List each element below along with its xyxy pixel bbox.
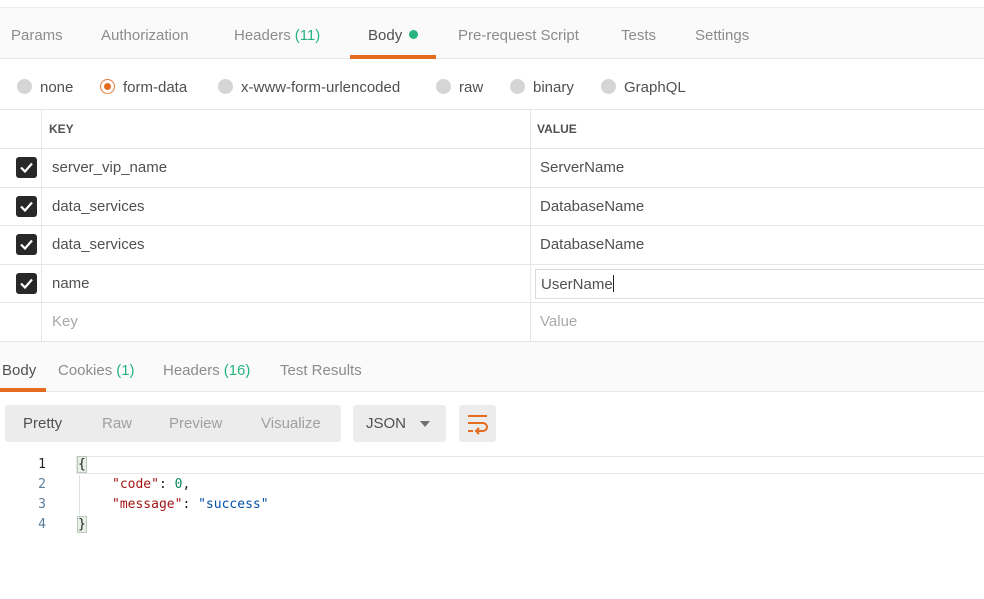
code-line: "code": 0, xyxy=(112,477,191,492)
view-pretty-button[interactable]: Pretty xyxy=(23,405,62,442)
radio-binary[interactable]: binary xyxy=(510,78,574,98)
table-row: data_services DatabaseName xyxy=(0,226,984,265)
view-raw-button[interactable]: Raw xyxy=(102,405,132,442)
response-headers-count: (16) xyxy=(223,362,251,379)
tab-body[interactable]: Body xyxy=(349,8,437,59)
json-key: "code" xyxy=(112,477,159,492)
radio-form-data[interactable]: form-data xyxy=(100,78,187,98)
response-tab-cookies[interactable]: Cookies (1) xyxy=(58,342,135,392)
cookies-count: (1) xyxy=(116,362,135,379)
row-enabled-checkbox[interactable] xyxy=(16,272,37,294)
line-number: 1 xyxy=(38,457,46,472)
new-key-input[interactable]: Key xyxy=(52,313,78,330)
row-enabled-checkbox[interactable] xyxy=(16,234,37,255)
radio-raw[interactable]: raw xyxy=(436,78,483,98)
text-caret xyxy=(612,274,614,292)
body-type-selector: none form-data x-www-form-urlencoded raw… xyxy=(0,60,984,110)
code-line: } xyxy=(77,515,87,535)
radio-circle-icon xyxy=(601,79,616,94)
radio-x-www-form-urlencoded[interactable]: x-www-form-urlencoded xyxy=(218,78,400,98)
form-data-table: KEY VALUE server_vip_name ServerName dat… xyxy=(0,110,984,342)
radio-circle-icon xyxy=(218,79,233,94)
line-number: 3 xyxy=(38,497,46,512)
radio-circle-icon xyxy=(510,79,525,94)
tab-settings[interactable]: Settings xyxy=(695,8,749,59)
format-select[interactable]: JSON xyxy=(353,405,446,442)
code-line: "message": "success" xyxy=(112,497,269,512)
view-mode-group: Pretty Raw Preview Visualize xyxy=(5,405,341,442)
key-cell[interactable]: server_vip_name xyxy=(52,159,167,176)
checkmark-icon xyxy=(20,201,33,212)
table-row: server_vip_name ServerName xyxy=(0,149,984,188)
value-cell[interactable]: ServerName xyxy=(540,159,624,176)
table-row: data_services DatabaseName xyxy=(0,188,984,226)
wrap-lines-button[interactable] xyxy=(459,405,496,442)
tab-params[interactable]: Params xyxy=(11,8,63,59)
view-visualize-button[interactable]: Visualize xyxy=(261,405,321,442)
line-number: 4 xyxy=(38,517,46,532)
key-column-header: KEY xyxy=(49,122,74,136)
tab-pre-request-script[interactable]: Pre-request Script xyxy=(458,8,579,59)
wrap-lines-icon xyxy=(468,415,488,435)
checkmark-icon xyxy=(20,278,33,289)
request-tabs-bar: Params Authorization Headers (11) Body Pr… xyxy=(0,8,984,59)
new-value-input[interactable]: Value xyxy=(540,313,577,330)
tab-authorization[interactable]: Authorization xyxy=(101,8,189,59)
row-enabled-checkbox[interactable] xyxy=(16,195,37,217)
value-cell[interactable]: DatabaseName xyxy=(540,236,644,253)
response-tab-test-results[interactable]: Test Results xyxy=(280,342,362,392)
radio-none[interactable]: none xyxy=(17,78,73,98)
value-input-editing[interactable]: UserName xyxy=(535,268,984,299)
line-number: 2 xyxy=(38,477,46,492)
window-top-strip xyxy=(0,0,984,8)
response-body-editor[interactable]: 1 2 3 4 { "code": 0, "message": "success… xyxy=(0,455,984,545)
key-cell[interactable]: data_services xyxy=(52,198,145,215)
radio-selected-icon xyxy=(100,79,115,94)
open-brace: { xyxy=(77,456,87,473)
row-enabled-checkbox[interactable] xyxy=(16,157,37,178)
value-column-header: VALUE xyxy=(537,122,577,136)
checkmark-icon xyxy=(20,162,33,174)
checkmark-icon xyxy=(20,239,33,251)
view-preview-button[interactable]: Preview xyxy=(169,405,222,442)
body-modified-dot-icon xyxy=(409,30,419,39)
response-tab-headers[interactable]: Headers (16) xyxy=(163,342,250,392)
tab-tests[interactable]: Tests xyxy=(621,8,656,59)
table-row: name UserName xyxy=(0,265,984,303)
key-cell[interactable]: name xyxy=(52,275,90,292)
value-cell[interactable]: DatabaseName xyxy=(540,198,644,215)
table-header: KEY VALUE xyxy=(0,110,984,149)
format-select-value: JSON xyxy=(366,415,407,432)
json-string: "success" xyxy=(198,497,269,512)
radio-circle-icon xyxy=(436,79,451,94)
code-line: { xyxy=(77,455,87,475)
close-brace: } xyxy=(77,516,87,533)
key-cell[interactable]: data_services xyxy=(52,236,145,253)
chevron-down-icon xyxy=(420,421,430,427)
radio-circle-icon xyxy=(17,79,32,94)
headers-count: (11) xyxy=(294,27,321,44)
json-key: "message" xyxy=(112,497,183,512)
tab-headers[interactable]: Headers (11) xyxy=(234,8,320,59)
response-tabs-bar: Body Cookies (1) Headers (16) Test Results xyxy=(0,341,984,392)
radio-graphql[interactable]: GraphQL xyxy=(601,78,686,98)
response-tab-body[interactable]: Body xyxy=(0,342,47,392)
new-table-row: Key Value xyxy=(0,303,984,342)
